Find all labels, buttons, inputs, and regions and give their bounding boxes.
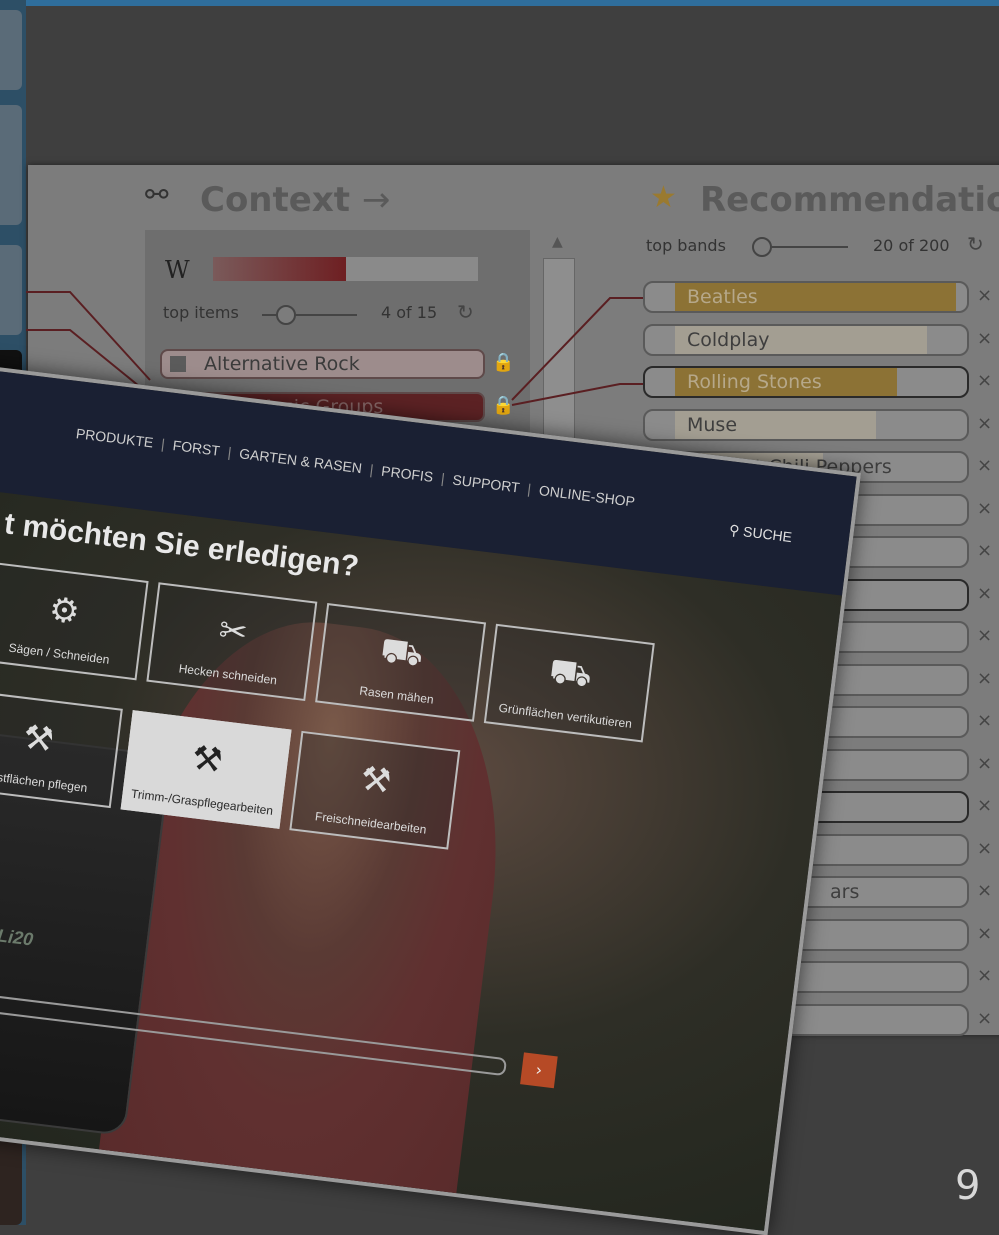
nav-separator: | [160, 435, 166, 452]
nav-separator: | [526, 480, 533, 497]
recommendation-label: Rolling Stones [687, 371, 822, 393]
lawn-mower-icon: ⛟ [378, 630, 426, 675]
task-tile-label: Forstflächen pflegen [0, 767, 89, 796]
remove-icon[interactable]: × [977, 923, 992, 944]
remove-icon[interactable]: × [977, 795, 992, 816]
task-tile[interactable]: ✂ Hecken schneiden [146, 582, 318, 702]
search-icon: ⚲ [728, 521, 741, 539]
trimmer-icon: ⚒ [189, 737, 225, 782]
remove-icon[interactable]: × [977, 285, 992, 306]
brushcutter-icon: ⚒ [20, 717, 57, 761]
remove-icon[interactable]: × [977, 625, 992, 646]
nav-item[interactable]: GARTEN & RASEN [238, 445, 362, 476]
remove-icon[interactable]: × [977, 668, 992, 689]
slide-number: 9 [955, 1163, 981, 1209]
task-tile[interactable]: ⛟ Rasen mähen [315, 603, 487, 722]
next-button[interactable]: › [520, 1052, 558, 1089]
recommendation-row[interactable]: Coldplay [643, 323, 969, 356]
recommendation-row[interactable]: Muse [643, 408, 969, 441]
remove-icon[interactable]: × [977, 880, 992, 901]
recommendation-label: ars [830, 881, 860, 903]
remove-icon[interactable]: × [977, 753, 992, 774]
nav-item[interactable]: ONLINE-SHOP [538, 482, 636, 510]
remove-icon[interactable]: × [977, 710, 992, 731]
remove-icon[interactable]: × [977, 540, 992, 561]
remove-icon[interactable]: × [977, 413, 992, 434]
recommendation-label: Coldplay [687, 328, 770, 351]
task-tile[interactable]: ⚙ Sägen / Schneiden [0, 561, 149, 681]
nav-item[interactable]: SUPPORT [452, 471, 521, 495]
remove-icon[interactable]: × [977, 370, 992, 391]
remove-icon[interactable]: × [977, 838, 992, 859]
task-tile[interactable]: ⛟ Grünflächen vertikutieren [483, 623, 655, 743]
nav-item[interactable]: PRODUKTE [75, 425, 154, 450]
search-label: SUCHE [742, 523, 793, 546]
nav-separator: | [440, 470, 446, 487]
clearing-saw-icon: ⚒ [358, 758, 394, 802]
nav-menu: PRODUKTE | FORST | GARTEN & RASEN | PROFIS | SUP… [75, 425, 644, 510]
remove-icon[interactable]: × [977, 455, 992, 476]
remove-icon[interactable]: × [977, 583, 992, 604]
recommendation-row[interactable]: Beatles [643, 281, 969, 313]
hedge-trimmer-icon: ✂ [216, 610, 250, 654]
nav-item[interactable]: PROFIS [380, 463, 434, 485]
remove-icon[interactable]: × [977, 1008, 992, 1029]
remove-icon[interactable]: × [977, 498, 992, 519]
nav-item[interactable]: FORST [172, 437, 221, 459]
recommendation-label: Muse [687, 413, 738, 436]
remove-icon[interactable]: × [977, 328, 992, 349]
remove-icon[interactable]: × [977, 965, 992, 986]
nav-separator: | [226, 443, 233, 461]
recommendation-row[interactable]: Rolling Stones [643, 366, 969, 398]
nav-separator: | [368, 461, 375, 478]
task-tile-label: Sägen / Schneiden [7, 640, 111, 667]
task-tile[interactable]: ⚒ Forstflächen pflegen [0, 689, 123, 809]
scarifier-icon: ⛟ [546, 650, 595, 696]
chainsaw-icon: ⚙ [46, 589, 82, 633]
recommendation-label: Beatles [687, 286, 758, 308]
task-tile[interactable]: ⚒ Freischneidearbeiten [289, 730, 461, 850]
search-button[interactable]: ⚲ SUCHE [728, 522, 793, 547]
website-screenshot: PRODUKTE | FORST | GARTEN & RASEN | PROFIS | SUP… [0, 360, 862, 1235]
task-tile[interactable]: ⚒ Trimm-/Graspflegearbeiten [120, 710, 292, 829]
